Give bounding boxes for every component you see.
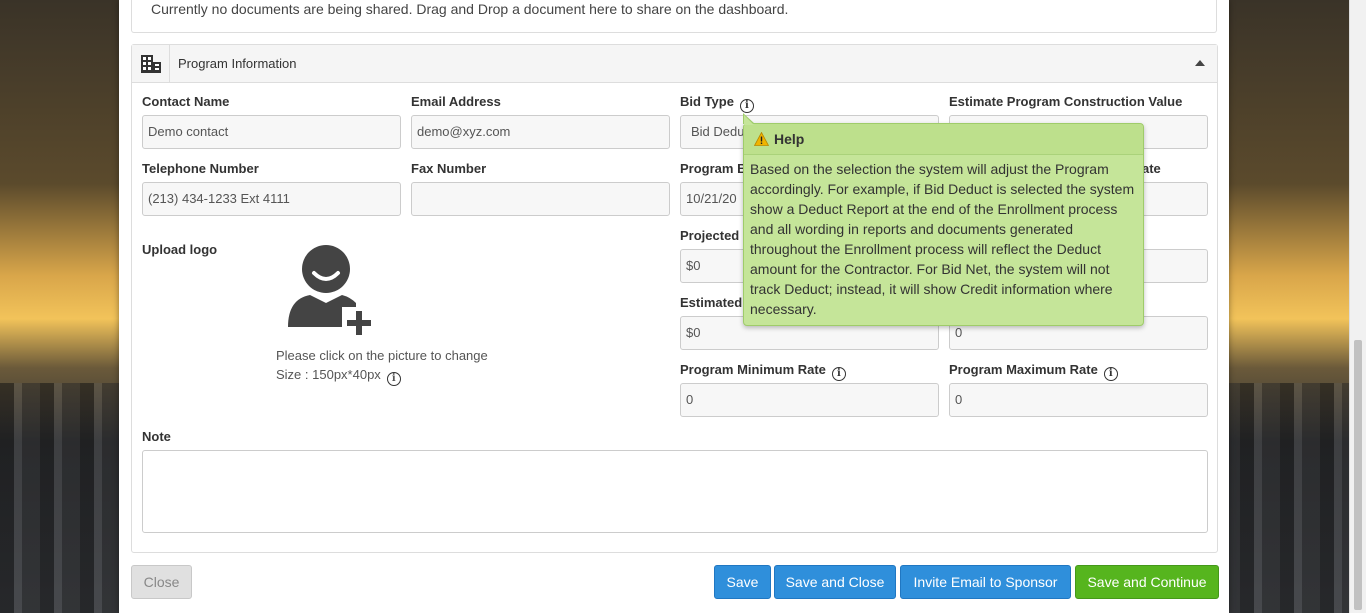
estimated-label: Estimated [680, 295, 743, 310]
max-rate-input[interactable]: 0 [949, 383, 1208, 417]
modal-panel: Currently no documents are being shared.… [119, 0, 1229, 613]
email-label: Email Address [411, 94, 501, 109]
section-header[interactable]: Program Information [132, 45, 1217, 83]
upload-logo-size: Size : 150px*40px i [276, 367, 401, 386]
close-button[interactable]: Close [131, 565, 192, 599]
documents-dropzone[interactable]: Currently no documents are being shared.… [131, 0, 1217, 33]
invite-email-button[interactable]: Invite Email to Sponsor [900, 565, 1071, 599]
estimate-value-label: Estimate Program Construction Value [949, 94, 1183, 109]
info-icon[interactable]: i [386, 372, 401, 386]
max-rate-label: Program Maximum Rate i [949, 362, 1118, 381]
fax-label: Fax Number [411, 161, 487, 176]
telephone-input[interactable]: (213) 434-1233 Ext 4111 [142, 182, 401, 216]
min-rate-label: Program Minimum Rate i [680, 362, 846, 381]
upload-logo-label: Upload logo [142, 242, 218, 257]
info-icon[interactable]: i [831, 367, 846, 381]
note-label: Note [142, 429, 171, 444]
tooltip-title: Help [774, 131, 805, 147]
warning-icon [754, 132, 769, 146]
contact-name-input[interactable]: Demo contact [142, 115, 401, 149]
building-icon [132, 45, 170, 82]
bid-type-label: Bid Type i [680, 94, 754, 113]
info-icon[interactable]: i [739, 99, 754, 113]
tooltip-header: Help [744, 124, 1143, 155]
save-and-close-button[interactable]: Save and Close [774, 565, 896, 599]
scrollbar-thumb[interactable] [1354, 340, 1362, 610]
telephone-label: Telephone Number [142, 161, 259, 176]
fax-input[interactable] [411, 182, 670, 216]
page-scrollbar[interactable] [1349, 0, 1366, 613]
info-icon[interactable]: i [1103, 367, 1118, 381]
contact-name-label: Contact Name [142, 94, 230, 109]
section-title: Program Information [178, 56, 297, 71]
min-rate-input[interactable]: 0 [680, 383, 939, 417]
caret-up-icon[interactable] [1195, 60, 1205, 66]
email-input[interactable]: demo@xyz.com [411, 115, 670, 149]
save-and-continue-button[interactable]: Save and Continue [1075, 565, 1219, 599]
upload-logo-picture[interactable] [286, 241, 378, 337]
date-right-label: ate [1142, 161, 1161, 176]
program-information-section: Program Information Contact Name Demo co… [131, 44, 1218, 553]
documents-empty-text: Currently no documents are being shared.… [151, 1, 789, 17]
upload-logo-hint: Please click on the picture to change [276, 348, 488, 363]
help-tooltip: Help Based on the selection the system w… [743, 113, 1144, 326]
projected-label: Projected L [680, 228, 751, 243]
save-button[interactable]: Save [714, 565, 771, 599]
tooltip-body: Based on the selection the system will a… [750, 161, 1135, 317]
note-textarea[interactable] [142, 450, 1208, 533]
add-user-icon [288, 245, 376, 337]
